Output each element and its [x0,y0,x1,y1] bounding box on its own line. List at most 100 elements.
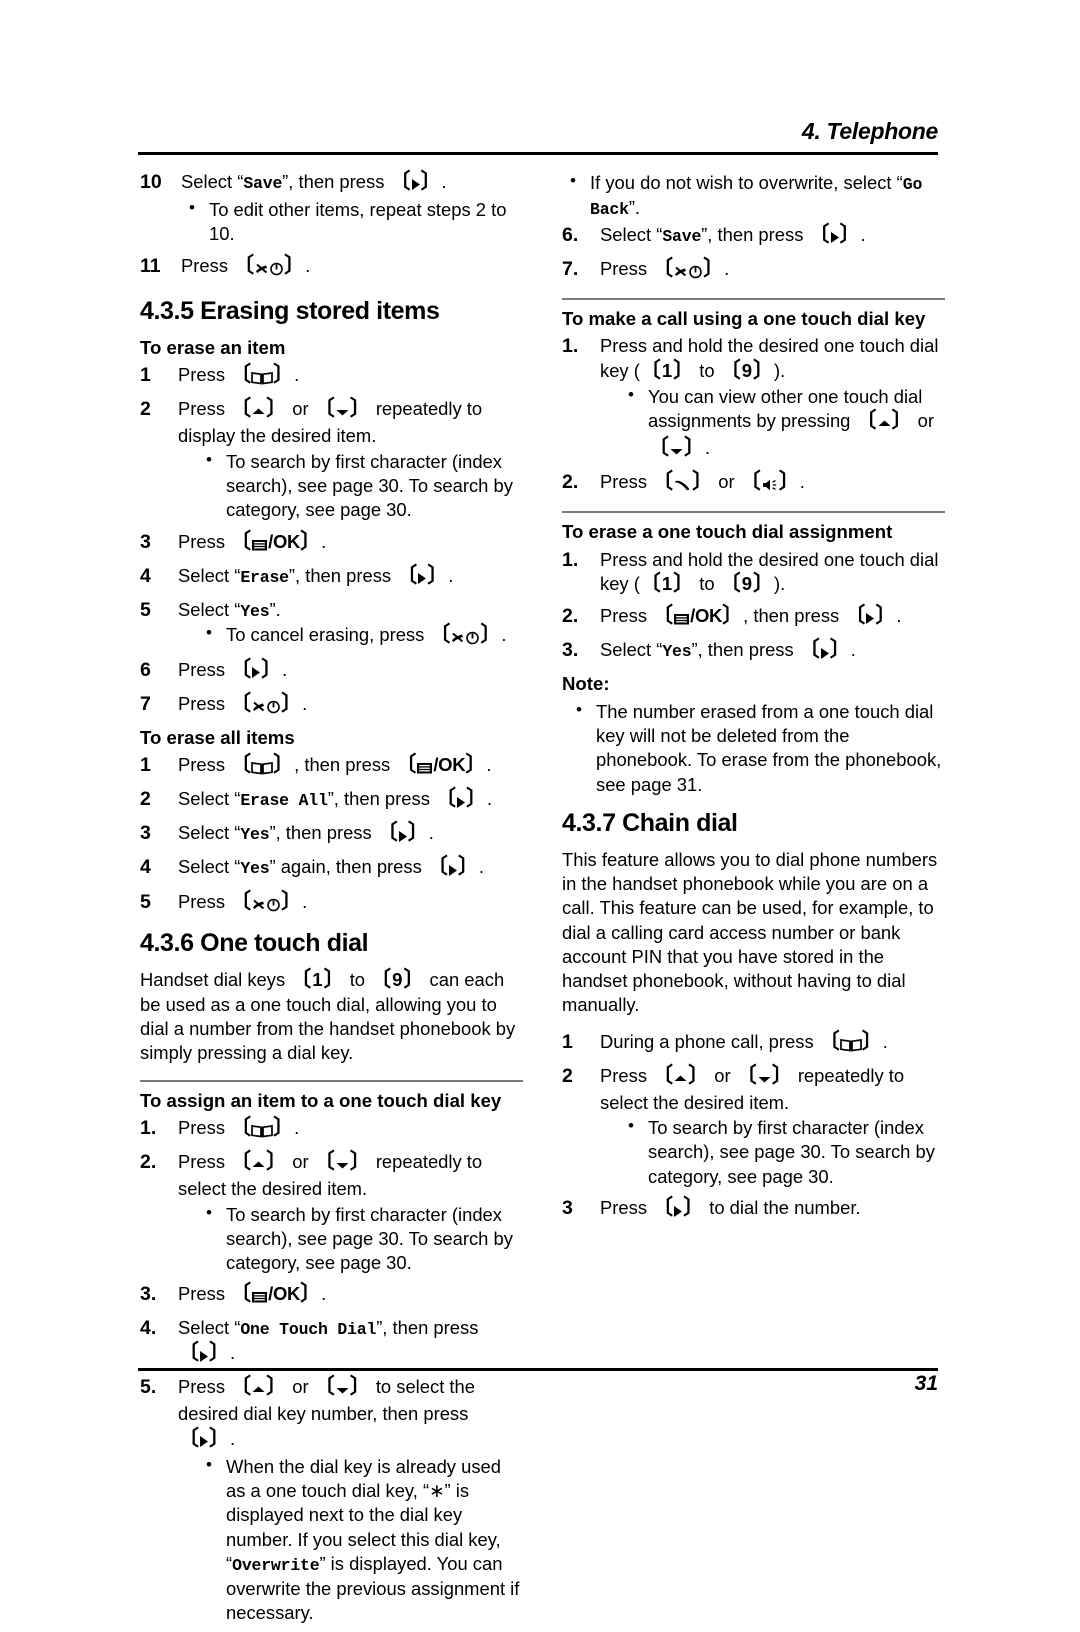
right-arrow-icon [199,1429,209,1454]
step-number: 4 [140,856,151,879]
step-number: 1 [140,754,151,777]
section-heading-4-3-6: 4.3.6 One touch dial [140,928,369,957]
display-string: Yes [662,642,692,662]
step-number: 2 [140,788,151,811]
up-arrow-icon [877,411,892,436]
dial-key-9: 〔9〕 [719,571,775,595]
list-item: 4. Select “One Touch Dial”, then press 〔… [140,1316,523,1368]
right-arrow-key: 〔〕 [230,658,282,685]
right-arrow-icon [411,172,421,197]
note-text: The number erased from a one touch dial … [596,700,942,795]
step-text: Select “Erase All”, then press 〔〕. [178,788,492,811]
step-text: Press 〔〕. [178,1117,299,1138]
bullet-item: You can view other one touch dial assign… [626,384,945,463]
section-divider [562,297,945,300]
list-item: 3. Press 〔/OK〕. [140,1282,523,1309]
right-arrow-key: 〔〕 [390,170,442,197]
down-arrow-key: 〔〕 [648,436,705,463]
right-arrow-key: 〔〕 [435,787,487,814]
dial-key-1: 〔1〕 [639,571,695,595]
right-arrow-key: 〔〕 [396,564,448,591]
bullet-text: If you do not wish to overwrite, select … [590,172,903,193]
off-power-icon [251,694,281,719]
right-arrow-icon [448,857,458,882]
step-text: Press 〔〕. [600,258,729,279]
step-text: Select “Save”, then press 〔〕. [181,171,447,193]
list-item: 2. Press 〔/OK〕, then press 〔〕. [562,604,945,631]
off-power-key: 〔〕 [652,257,724,284]
bullet-text: To cancel erasing, press [226,624,430,646]
right-arrow-key: 〔〕 [178,1341,230,1368]
right-arrow-icon [417,566,427,591]
note-label: Note: [562,673,610,695]
right-arrow-icon [673,1198,683,1223]
step-text: Press and hold the desired one touch dia… [600,549,938,594]
right-arrow-key: 〔〕 [652,1196,704,1223]
down-arrow-icon [335,1152,350,1177]
page-header: 4. Telephone [138,118,938,145]
step-text: Press 〔〕. [178,659,287,680]
phonebook-book-icon [251,755,273,780]
display-string: Erase [240,567,289,587]
display-string: Save [243,174,283,193]
speakerphone-icon [761,472,779,497]
step-number: 1. [140,1117,157,1140]
display-string: Save [662,226,702,246]
subheading-make-call-one-touch: To make a call using a one touch dial ke… [562,307,926,329]
step-text: During a phone call, press 〔〕. [600,1031,888,1052]
phonebook-key: 〔〕 [230,363,294,390]
asterisk-symbol: ∗ [429,1479,445,1501]
off-power-icon [251,892,281,917]
right-arrow-icon [820,640,830,665]
bullet-text: To search by first character (index sear… [648,1117,935,1187]
down-arrow-key: 〔〕 [314,397,371,424]
phonebook-book-icon [251,1118,273,1143]
phonebook-key: 〔〕 [230,1116,294,1143]
list-item: 1. Press and hold the desired one touch … [562,334,945,463]
display-string: Erase All [240,791,328,811]
step-text: Select “Yes”, then press 〔〕. [178,822,434,844]
list-item: 3 Select “Yes”, then press 〔〕. [140,821,523,848]
step-text: Press 〔〕. [178,364,299,385]
dial-key-9: 〔9〕 [370,967,425,991]
subheading-erase-an-item: To erase an item [140,336,286,358]
off-power-icon [673,259,703,284]
list-item: 3 Press 〔〕 to dial the number. [562,1196,945,1223]
right-arrow-key: 〔〕 [427,855,479,882]
list-item: 1 During a phone call, press 〔〕. [562,1030,945,1057]
list-item: 11 Press 〔〕. [140,254,523,281]
step-text: Select “Yes”. [178,598,281,621]
section-heading-4-3-5: 4.3.5 Erasing stored items [140,296,440,325]
step-number: 3 [562,1197,573,1220]
right-arrow-icon [830,225,840,250]
step-number: 3 [140,530,151,553]
step-number: 3 [140,822,151,845]
step-number: 6. [562,223,579,246]
right-arrow-key: 〔〕 [377,821,429,848]
down-arrow-icon [757,1066,772,1091]
bullet-item: To search by first character (index sear… [626,1115,945,1189]
step-text: Press 〔〕 or 〔〕. [600,471,805,492]
off-power-key: 〔〕 [230,692,302,719]
list-item: 1 Press 〔〕, then press 〔/OK〕. [140,753,523,780]
step-text: Press 〔/OK〕, then press 〔〕. [600,605,901,626]
up-arrow-icon [673,1066,688,1091]
right-arrow-icon [199,1343,209,1368]
menu-ok-icon [416,755,433,780]
step-number: 10 [140,171,162,193]
step-text: Press 〔〕 or 〔〕 repeatedly to select the … [178,1150,483,1200]
subheading-erase-one-touch-assignment: To erase a one touch dial assignment [562,521,893,543]
down-arrow-key: 〔〕 [736,1064,793,1091]
up-arrow-icon [251,399,266,424]
header-rule [138,152,938,155]
step-number: 2. [140,1151,157,1174]
step-text: Press 〔〕, then press 〔/OK〕. [178,754,491,775]
phonebook-key: 〔〕 [819,1030,883,1057]
bullet-item: When the dial key is already used as a o… [204,1454,523,1625]
step-text: Select “Save”, then press 〔〕. [600,224,866,246]
dial-key-1: 〔1〕 [290,967,345,991]
step-text: Press and hold the desired one touch dia… [600,335,938,380]
step-number: 1. [562,335,579,358]
dial-key-1: 〔1〕 [639,358,695,382]
list-item: 10 Select “Save”, then press 〔〕. To edit… [140,170,523,247]
